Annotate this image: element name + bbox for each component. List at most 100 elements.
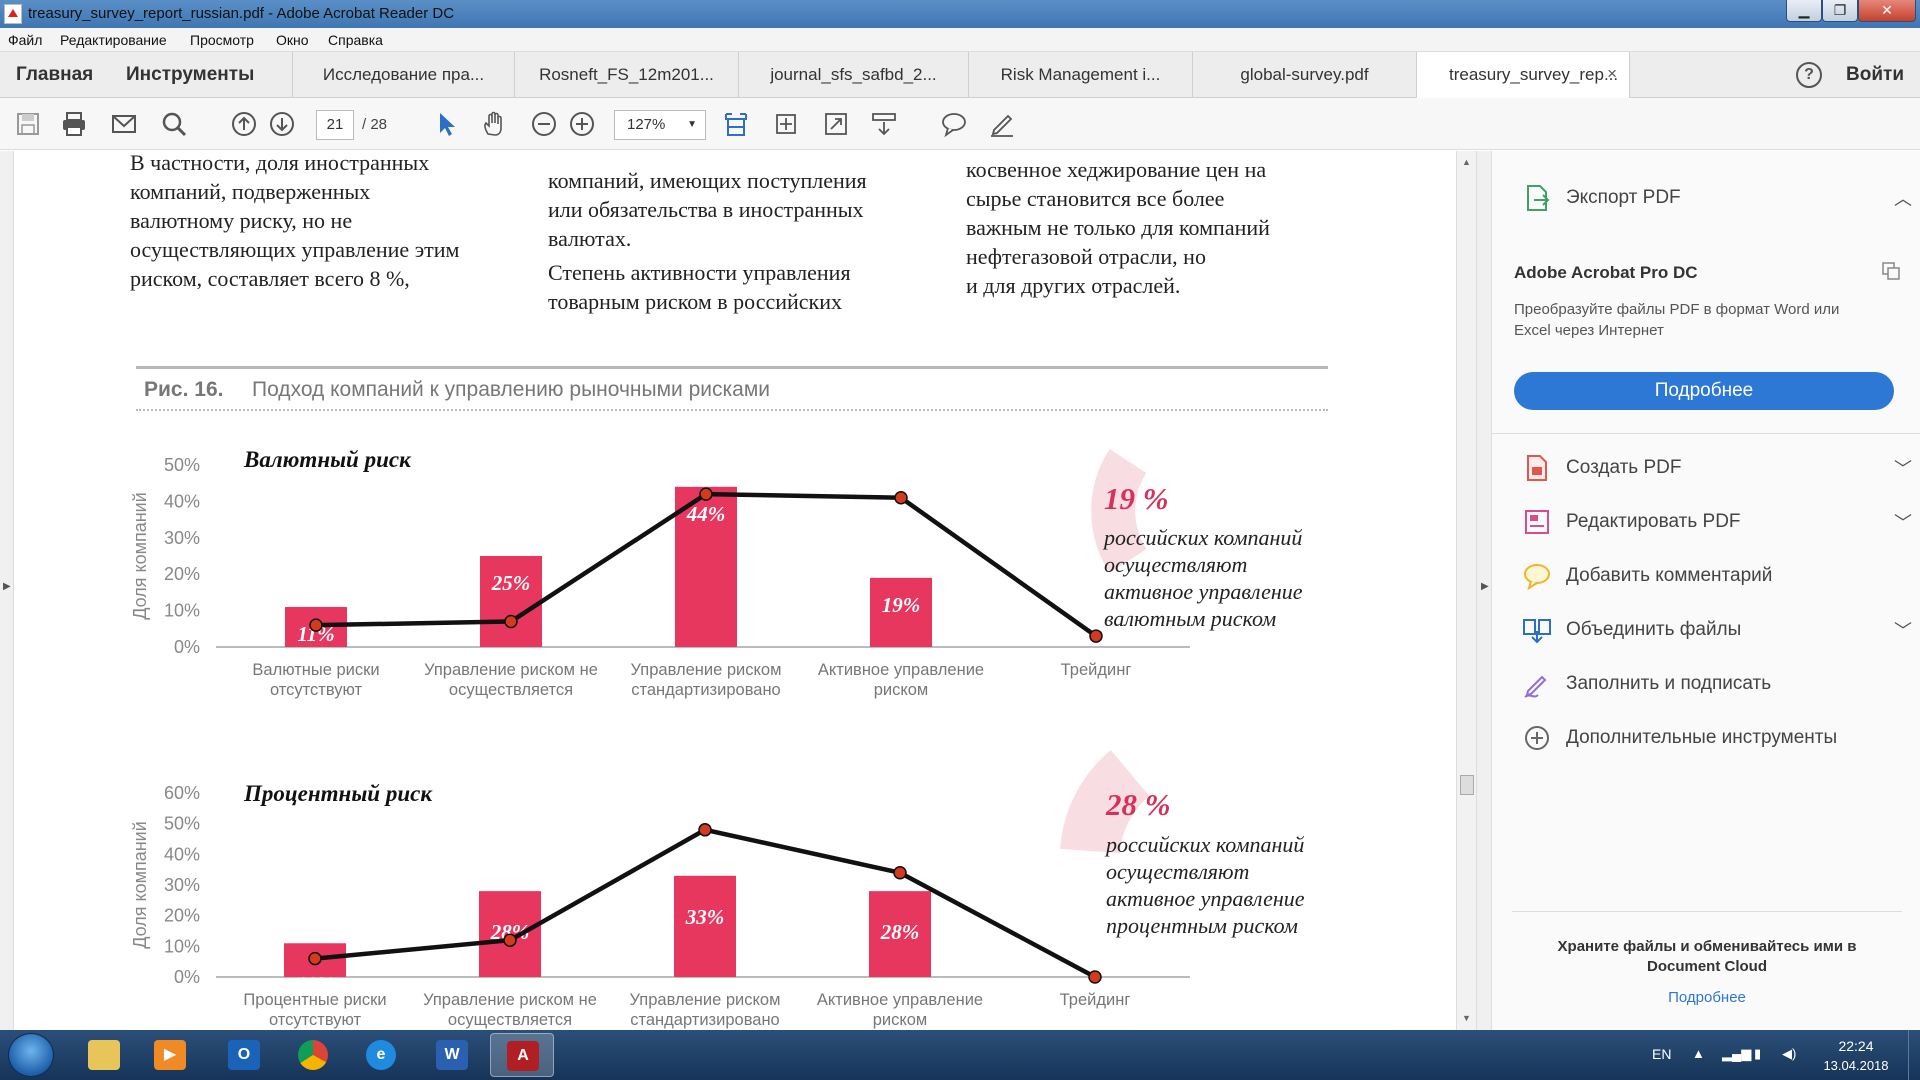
chevron-down-icon: ﹀ — [1894, 459, 1912, 479]
sign-icon[interactable] — [988, 110, 1016, 138]
y-tick-label: 40% — [164, 844, 200, 864]
taskbar-outlook[interactable]: O — [212, 1033, 276, 1077]
scroll-down-icon[interactable]: ▼ — [1462, 1013, 1471, 1023]
doc-tab[interactable]: Исследование пра... — [292, 52, 514, 98]
chevron-down-icon: ▼ — [687, 119, 697, 130]
right-panel-toggle[interactable]: ▶ — [1476, 151, 1492, 1030]
minimize-icon: ▁ — [1798, 2, 1810, 18]
x-tick-label: Валютные риски — [252, 661, 379, 679]
x-tick-label: риском — [874, 681, 929, 699]
zoom-in-icon[interactable] — [568, 110, 596, 138]
scroll-mode-icon[interactable] — [870, 110, 898, 138]
taskbar-ie[interactable]: e — [350, 1033, 414, 1077]
taskbar-chrome[interactable] — [282, 1033, 346, 1077]
next-page-icon[interactable] — [268, 110, 296, 138]
volume-icon[interactable]: ◀) — [1782, 1046, 1796, 1062]
document-view[interactable]: В частности, доля иностранных компаний, … — [0, 151, 1476, 1030]
hand-tool-icon[interactable] — [480, 110, 508, 138]
menu-window[interactable]: Окно — [276, 32, 309, 48]
y-tick-label: 30% — [164, 528, 200, 548]
email-icon[interactable] — [110, 110, 138, 138]
scroll-thumb[interactable] — [1460, 775, 1474, 795]
tool-create-pdf[interactable]: Создать PDF ﹀ — [1522, 449, 1912, 489]
print-icon[interactable] — [60, 110, 88, 138]
sign-in-button[interactable]: Войти — [1846, 64, 1904, 86]
doc-tab-label: treasury_survey_rep... — [1449, 65, 1619, 84]
menu-help[interactable]: Справка — [328, 32, 383, 48]
x-tick-label: отсутствуют — [270, 681, 363, 699]
chevron-right-icon: ▶ — [1481, 581, 1489, 592]
doc-tab-active[interactable]: treasury_survey_rep... × — [1416, 52, 1630, 99]
zoom-select[interactable]: 127% ▼ — [614, 110, 706, 140]
learn-more-button[interactable]: Подробнее — [1514, 372, 1894, 410]
show-desktop-button[interactable] — [1908, 1030, 1920, 1080]
tool-edit-pdf[interactable]: Редактировать PDF ﹀ — [1522, 503, 1912, 543]
zoom-out-icon[interactable] — [530, 110, 558, 138]
start-button[interactable] — [8, 1033, 54, 1077]
acrobat-app-icon — [4, 4, 22, 24]
figure-number: Рис. 16. — [144, 378, 224, 401]
document-cloud-promo: Храните файлы и обменивайтесь ими в Docu… — [1557, 938, 1857, 975]
menu-file[interactable]: Файл — [8, 32, 42, 48]
tool-label: Заполнить и подписать — [1566, 673, 1772, 694]
taskbar-word[interactable]: W — [420, 1033, 484, 1077]
doc-tab[interactable]: global-survey.pdf — [1192, 52, 1416, 98]
signal-icon[interactable]: ▂▄▆ — [1722, 1046, 1751, 1062]
minimize-button[interactable]: ▁ — [1786, 0, 1822, 22]
doc-tab-label: Risk Management i... — [1000, 65, 1161, 84]
tray-expand-icon[interactable]: ▲ — [1692, 1046, 1705, 1061]
comment-icon[interactable] — [940, 110, 968, 138]
left-panel-toggle[interactable]: ▶ — [0, 151, 14, 1030]
x-tick-label: Трейдинг — [1061, 661, 1132, 679]
x-tick-label: отсутствуют — [269, 1011, 362, 1029]
outlook-icon: O — [228, 1040, 260, 1070]
doc-tab[interactable]: journal_sfs_safbd_2... — [738, 52, 968, 98]
folder-icon — [88, 1040, 120, 1070]
clock-date[interactable]: 13.04.2018 — [1814, 1058, 1898, 1073]
tool-combine-files[interactable]: Объединить файлы ﹀ — [1522, 611, 1912, 651]
menu-view[interactable]: Просмотр — [190, 32, 254, 48]
maximize-button[interactable]: ❐ — [1822, 0, 1858, 22]
search-icon[interactable] — [160, 110, 188, 138]
close-tab-icon[interactable]: × — [1607, 64, 1617, 84]
x-tick-label: Управление риском — [630, 991, 781, 1009]
fit-page-icon[interactable] — [722, 110, 750, 138]
tool-add-comment[interactable]: Добавить комментарий — [1522, 557, 1912, 597]
tool-fill-sign[interactable]: Заполнить и подписать — [1522, 665, 1912, 705]
close-window-button[interactable]: ✕ — [1858, 0, 1916, 22]
tool-more-tools[interactable]: Дополнительные инструменты — [1522, 719, 1912, 759]
doc-tab[interactable]: Rosneft_FS_12m201... — [514, 52, 738, 98]
x-tick-label: осуществляется — [448, 1011, 572, 1029]
battery-icon[interactable]: ▮ — [1754, 1046, 1761, 1062]
figure-title: Подход компаний к управлению рыночными р… — [252, 378, 771, 401]
save-icon[interactable] — [14, 110, 42, 138]
callout-2-text: российских компаний осуществляют активно… — [1106, 832, 1305, 938]
tab-tools[interactable]: Инструменты — [126, 64, 254, 86]
taskbar-acrobat[interactable]: A — [490, 1033, 554, 1077]
menu-edit[interactable]: Редактирование — [60, 32, 167, 48]
tool-export-pdf[interactable]: Экспорт PDF ︿ — [1522, 179, 1912, 219]
vertical-scrollbar[interactable]: ▲ ▼ — [1456, 151, 1476, 1030]
taskbar: ▶ O e W A EN ▲ ▂▄▆ ▮ ◀) 22:24 13.04.2018 — [0, 1030, 1920, 1080]
page-number-input[interactable]: 21 — [316, 110, 354, 140]
copy-icon[interactable] — [1881, 261, 1901, 281]
rotate-icon[interactable] — [772, 110, 800, 138]
clock-time[interactable]: 22:24 — [1826, 1038, 1886, 1054]
menu-bar: Файл Редактирование Просмотр Окно Справк… — [0, 28, 1920, 52]
taskbar-explorer[interactable] — [72, 1033, 136, 1077]
tab-home[interactable]: Главная — [16, 64, 93, 86]
scroll-up-icon[interactable]: ▲ — [1462, 157, 1471, 167]
create-pdf-icon — [1527, 455, 1547, 481]
y-tick-label: 20% — [164, 906, 200, 926]
input-language[interactable]: EN — [1652, 1046, 1671, 1062]
fullscreen-icon[interactable] — [822, 110, 850, 138]
taskbar-media-player[interactable]: ▶ — [138, 1033, 202, 1077]
document-cloud-link[interactable]: Подробнее — [1532, 989, 1882, 1006]
prev-page-icon[interactable] — [230, 110, 258, 138]
doc-tab[interactable]: Risk Management i... — [968, 52, 1192, 98]
x-tick-label: риском — [873, 1011, 928, 1029]
callout-1-text: российских компаний осуществляют активно… — [1104, 525, 1303, 631]
y-tick-label: 60% — [164, 783, 200, 803]
select-cursor-icon[interactable] — [432, 110, 460, 138]
help-icon[interactable]: ? — [1796, 62, 1822, 88]
